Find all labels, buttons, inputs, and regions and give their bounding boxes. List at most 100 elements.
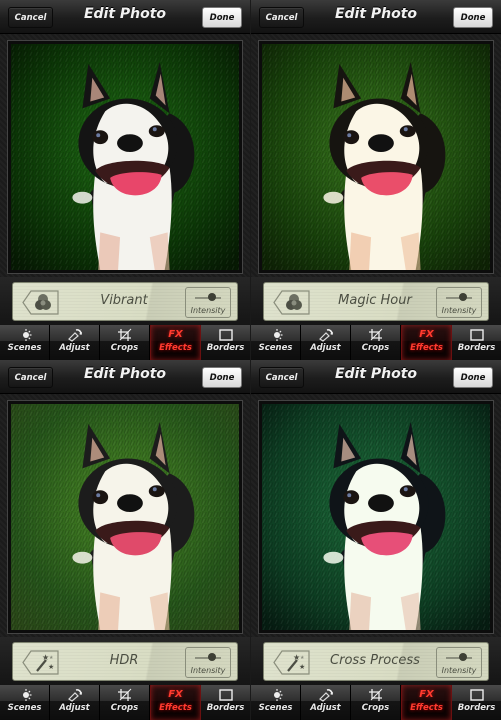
done-button[interactable]: Done: [453, 7, 493, 28]
filter-name[interactable]: Cross Process: [314, 653, 436, 668]
tab-borders[interactable]: Borders: [452, 325, 501, 360]
tab-label: Scenes: [258, 343, 293, 353]
edit-photo-screen: Cancel Edit Photo Done: [0, 0, 250, 360]
intensity-slider-knob[interactable]: [459, 653, 467, 661]
dog-photo-image: [11, 44, 239, 270]
intensity-label: Intensity: [441, 666, 477, 675]
tab-label: Effects: [159, 343, 192, 353]
fx-icon: FX: [419, 329, 434, 340]
tab-label: Scenes: [7, 343, 42, 353]
border-icon: [468, 687, 486, 703]
filter-category-button[interactable]: [272, 289, 312, 316]
tab-borders[interactable]: Borders: [452, 685, 501, 720]
intensity-slider-knob[interactable]: [208, 293, 216, 301]
edit-photo-screen: Cancel Edit Photo Done: [251, 0, 501, 360]
screenshot-grid: Cancel Edit Photo Done Vibrant Intensity…: [0, 0, 501, 720]
tab-adjust[interactable]: Adjust: [301, 685, 351, 720]
svg-text:★: ★: [299, 663, 305, 671]
tab-crops[interactable]: Crops: [351, 325, 401, 360]
tab-scenes[interactable]: Scenes: [251, 325, 301, 360]
tab-effects[interactable]: FX Effects: [150, 325, 201, 360]
photo-frame: [258, 40, 494, 274]
tab-label: Borders: [206, 343, 245, 353]
adjust-icon: [317, 687, 335, 703]
intensity-slider-knob[interactable]: [459, 293, 467, 301]
tab-label: Effects: [410, 703, 443, 713]
tab-adjust[interactable]: Adjust: [50, 325, 100, 360]
intensity-button[interactable]: Intensity: [436, 647, 482, 678]
svg-text:★: ★: [48, 663, 54, 671]
crop-icon: [367, 327, 385, 343]
photo-frame: [7, 40, 243, 274]
effect-panel: ★ ★ ★ Cross Process Intensity: [251, 637, 501, 685]
tab-crops[interactable]: Crops: [100, 685, 150, 720]
tool-tab-bar: Scenes Adjust Crops FX Effects Borders: [0, 325, 250, 360]
filter-name[interactable]: Magic Hour: [314, 293, 436, 308]
tab-label: Borders: [457, 703, 496, 713]
tab-scenes[interactable]: Scenes: [0, 325, 50, 360]
border-icon: [217, 327, 235, 343]
tab-label: Effects: [410, 343, 443, 353]
svg-text:★: ★: [300, 655, 305, 661]
tab-crops[interactable]: Crops: [351, 685, 401, 720]
photo-preview: [262, 404, 490, 630]
filter-category-button[interactable]: ★ ★ ★: [272, 649, 312, 676]
filter-category-button[interactable]: [21, 289, 61, 316]
intensity-button[interactable]: Intensity: [436, 287, 482, 318]
adjust-icon: [66, 687, 84, 703]
filter-category-button[interactable]: ★ ★ ★: [21, 649, 61, 676]
tab-borders[interactable]: Borders: [201, 685, 250, 720]
fx-icon: FX: [168, 689, 183, 700]
tab-label: Adjust: [310, 703, 341, 713]
adjust-icon: [317, 327, 335, 343]
tab-label: Crops: [361, 343, 390, 353]
photo-preview: [11, 404, 239, 630]
tab-crops[interactable]: Crops: [100, 325, 150, 360]
border-icon: [468, 327, 486, 343]
tab-effects[interactable]: FX Effects: [150, 685, 201, 720]
done-button[interactable]: Done: [453, 367, 493, 388]
intensity-label: Intensity: [441, 306, 477, 315]
tab-label: Effects: [159, 703, 192, 713]
dog-photo-image: [11, 404, 239, 630]
tab-borders[interactable]: Borders: [201, 325, 250, 360]
edit-photo-screen: Cancel Edit Photo Done: [251, 360, 501, 720]
scenes-icon: [267, 327, 285, 343]
intensity-button[interactable]: Intensity: [185, 647, 231, 678]
tab-label: Adjust: [59, 703, 90, 713]
color-circles-icon: [22, 290, 59, 315]
filter-name[interactable]: Vibrant: [63, 293, 185, 308]
tab-effects[interactable]: FX Effects: [401, 685, 452, 720]
navigation-bar: Cancel Edit Photo Done: [0, 360, 250, 394]
intensity-button[interactable]: Intensity: [185, 287, 231, 318]
done-button[interactable]: Done: [202, 367, 242, 388]
tab-label: Scenes: [258, 703, 293, 713]
done-button[interactable]: Done: [202, 7, 242, 28]
scenes-icon: [16, 687, 34, 703]
effect-display: Magic Hour Intensity: [263, 282, 489, 321]
tab-label: Crops: [110, 343, 139, 353]
color-circles-icon: [273, 290, 310, 315]
effect-display: ★ ★ ★ Cross Process Intensity: [263, 642, 489, 681]
tab-effects[interactable]: FX Effects: [401, 325, 452, 360]
tab-label: Borders: [206, 703, 245, 713]
magic-wand-icon: ★★★: [273, 650, 310, 675]
tab-label: Adjust: [59, 343, 90, 353]
photo-frame: [7, 400, 243, 634]
tab-label: Borders: [457, 343, 496, 353]
tab-scenes[interactable]: Scenes: [0, 685, 50, 720]
filter-name[interactable]: HDR: [63, 653, 185, 668]
dog-photo-image: [262, 44, 490, 270]
tool-tab-bar: Scenes Adjust Crops FX Effects Borders: [251, 325, 501, 360]
dog-photo-image: [262, 404, 490, 630]
border-icon: [217, 687, 235, 703]
tab-adjust[interactable]: Adjust: [301, 325, 351, 360]
effect-display: Vibrant Intensity: [12, 282, 238, 321]
tab-scenes[interactable]: Scenes: [251, 685, 301, 720]
photo-frame: [258, 400, 494, 634]
tab-adjust[interactable]: Adjust: [50, 685, 100, 720]
intensity-slider-knob[interactable]: [208, 653, 216, 661]
crop-icon: [116, 327, 134, 343]
tab-label: Crops: [110, 703, 139, 713]
intensity-label: Intensity: [190, 306, 226, 315]
